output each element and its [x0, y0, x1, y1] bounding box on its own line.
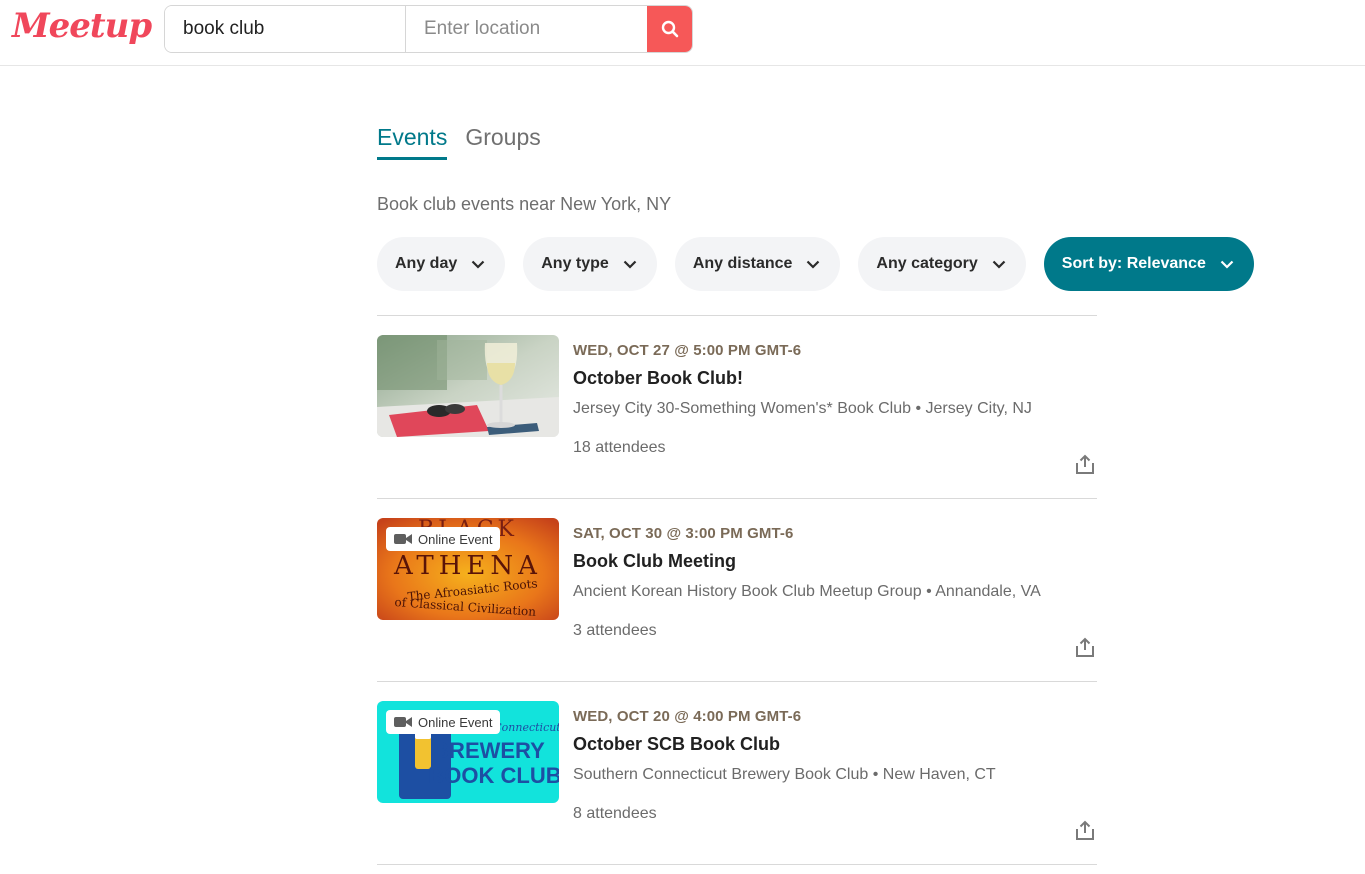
filter-label: Any type [541, 255, 609, 272]
search-icon [661, 20, 678, 38]
filter-day-button[interactable]: Any day [377, 237, 506, 291]
filter-label: Any category [876, 255, 978, 272]
filter-distance-button[interactable]: Any distance [674, 237, 841, 291]
event-info: WED, OCT 27 @ 5:00 PM GMT-6 October Book… [573, 342, 1032, 457]
event-title[interactable]: October SCB Book Club [573, 734, 996, 755]
event-card[interactable]: BLACK ATHENA The Afroasiatic Roots of Cl… [377, 499, 1097, 682]
event-image[interactable] [377, 335, 559, 437]
event-title[interactable]: Book Club Meeting [573, 551, 1041, 572]
results-subtitle: Book club events near New York, NY [377, 194, 672, 214]
search-bar [164, 5, 693, 53]
online-event-badge: Online Event [386, 710, 501, 734]
filter-category-button[interactable]: Any category [858, 237, 1026, 291]
chevron-down-icon [623, 260, 637, 269]
online-event-badge: Online Event [386, 527, 501, 551]
event-image[interactable]: BLACK ATHENA The Afroasiatic Roots of Cl… [377, 518, 559, 620]
event-attendees: 3 attendees [573, 622, 657, 639]
top-header: Meetup [0, 0, 1365, 66]
event-card[interactable]: Connecticut BREWERY BOOK CLUB Online Eve… [377, 682, 1097, 865]
share-button[interactable] [1074, 819, 1096, 841]
tab-groups[interactable]: Groups [465, 124, 540, 160]
location-input[interactable] [406, 6, 647, 52]
meetup-logo[interactable]: Meetup [12, 6, 152, 46]
event-info: SAT, OCT 30 @ 3:00 PM GMT-6 Book Club Me… [573, 525, 1041, 640]
share-icon [1076, 820, 1094, 840]
thumb-book-title: ATHENA [393, 551, 542, 581]
share-icon [1076, 637, 1094, 657]
thumb-script-text: Connecticut [493, 721, 559, 734]
filter-label: Any day [395, 255, 458, 272]
tab-events[interactable]: Events [377, 124, 448, 160]
share-icon [1076, 454, 1094, 474]
thumb-title-line1: BREWERY [433, 738, 545, 763]
chevron-down-icon [807, 260, 820, 269]
event-date: SAT, OCT 30 @ 3:00 PM GMT-6 [573, 525, 794, 542]
event-info: WED, OCT 20 @ 4:00 PM GMT-6 October SCB … [573, 708, 996, 823]
event-image[interactable]: Connecticut BREWERY BOOK CLUB Online Eve… [377, 701, 559, 803]
badge-label: Online Event [418, 714, 493, 730]
filter-bar: Any day Any type Any distance Any catego… [377, 237, 1254, 291]
video-camera-icon [394, 717, 412, 727]
badge-label: Online Event [418, 531, 493, 547]
thumb-title-line2: BOOK CLUB [428, 763, 559, 788]
event-date: WED, OCT 20 @ 4:00 PM GMT-6 [573, 708, 802, 725]
keyword-search-input[interactable] [165, 6, 406, 52]
filter-label: Any distance [692, 255, 793, 272]
event-title[interactable]: October Book Club! [573, 368, 1032, 389]
share-button[interactable] [1074, 636, 1096, 658]
filter-type-button[interactable]: Any type [523, 237, 657, 291]
search-button[interactable] [647, 6, 692, 52]
results-tabs: Events Groups [377, 124, 541, 160]
event-card[interactable]: WED, OCT 27 @ 5:00 PM GMT-6 October Book… [377, 316, 1097, 499]
event-date: WED, OCT 27 @ 5:00 PM GMT-6 [573, 342, 802, 359]
sort-button[interactable]: Sort by: Relevance [1043, 237, 1254, 291]
event-list: WED, OCT 27 @ 5:00 PM GMT-6 October Book… [377, 315, 1097, 865]
event-group: Southern Connecticut Brewery Book Club •… [573, 766, 996, 783]
event-group: Ancient Korean History Book Club Meetup … [573, 583, 1041, 600]
video-camera-icon [394, 534, 412, 544]
event-group: Jersey City 30-Something Women's* Book C… [573, 400, 1032, 417]
sort-label: Sort by: Relevance [1061, 255, 1206, 272]
share-button[interactable] [1074, 453, 1096, 475]
chevron-down-icon [1220, 260, 1234, 269]
event-attendees: 18 attendees [573, 439, 666, 456]
chevron-down-icon [992, 260, 1006, 269]
chevron-down-icon [471, 260, 485, 269]
event-attendees: 8 attendees [573, 805, 657, 822]
